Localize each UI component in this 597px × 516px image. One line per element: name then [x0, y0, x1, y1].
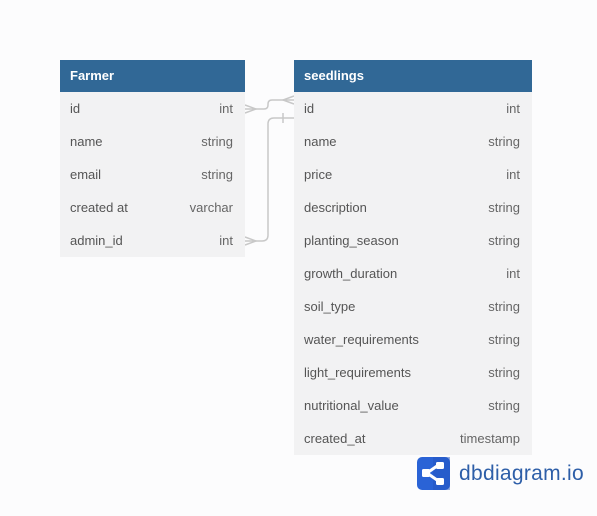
field-name: created_at — [304, 431, 366, 446]
field-row[interactable]: created_at timestamp — [294, 422, 532, 455]
field-name: price — [304, 167, 333, 182]
field-type: string — [488, 299, 520, 314]
field-row[interactable]: name string — [60, 125, 245, 158]
field-row[interactable]: created at varchar — [60, 191, 245, 224]
table-farmer[interactable]: Farmer id int name string email string created… — [60, 60, 245, 257]
field-name: light_requirements — [304, 365, 411, 380]
field-type: int — [506, 101, 520, 116]
field-type: string — [201, 134, 233, 149]
field-type: string — [488, 365, 520, 380]
field-name: id — [70, 101, 81, 116]
field-type: int — [219, 101, 233, 116]
field-type: int — [506, 167, 520, 182]
field-type: varchar — [189, 200, 233, 215]
brand-text: dbdiagram.io — [459, 461, 585, 485]
field-name: admin_id — [70, 233, 123, 248]
dbdiagram-logo-icon — [417, 457, 450, 490]
field-type: int — [506, 266, 520, 281]
field-name: email — [70, 167, 102, 182]
field-name: created at — [70, 200, 128, 215]
field-name: description — [304, 200, 367, 215]
field-row[interactable]: planting_season string — [294, 224, 532, 257]
field-type: string — [488, 398, 520, 413]
table-header[interactable]: seedlings — [294, 60, 532, 92]
field-row[interactable]: description string — [294, 191, 532, 224]
field-row[interactable]: light_requirements string — [294, 356, 532, 389]
field-row[interactable]: soil_type string — [294, 290, 532, 323]
field-type: string — [488, 200, 520, 215]
field-type: string — [488, 134, 520, 149]
field-row[interactable]: name string — [294, 125, 532, 158]
field-row[interactable]: email string — [60, 158, 245, 191]
field-name: id — [304, 101, 315, 116]
field-row[interactable]: admin_id int — [60, 224, 245, 257]
dbdiagram-logo[interactable]: dbdiagram.io — [417, 457, 584, 490]
field-name: water_requirements — [304, 332, 419, 347]
table-header[interactable]: Farmer — [60, 60, 245, 92]
relation-admin-id-seedlings-id — [245, 117, 294, 242]
field-row[interactable]: price int — [294, 158, 532, 191]
field-type: timestamp — [460, 431, 520, 446]
field-row[interactable]: id int — [294, 92, 532, 125]
field-type: string — [488, 233, 520, 248]
field-row[interactable]: id int — [60, 92, 245, 125]
field-name: name — [70, 134, 103, 149]
table-seedlings[interactable]: seedlings id int name string price int descrip… — [294, 60, 532, 455]
field-name: growth_duration — [304, 266, 398, 281]
field-name: nutritional_value — [304, 398, 399, 413]
field-type: string — [488, 332, 520, 347]
field-row[interactable]: growth_duration int — [294, 257, 532, 290]
field-type: string — [201, 167, 233, 182]
field-name: soil_type — [304, 299, 356, 314]
field-name: name — [304, 134, 337, 149]
field-row[interactable]: water_requirements string — [294, 323, 532, 356]
field-type: int — [219, 233, 233, 248]
field-name: planting_season — [304, 233, 399, 248]
field-row[interactable]: nutritional_value string — [294, 389, 532, 422]
